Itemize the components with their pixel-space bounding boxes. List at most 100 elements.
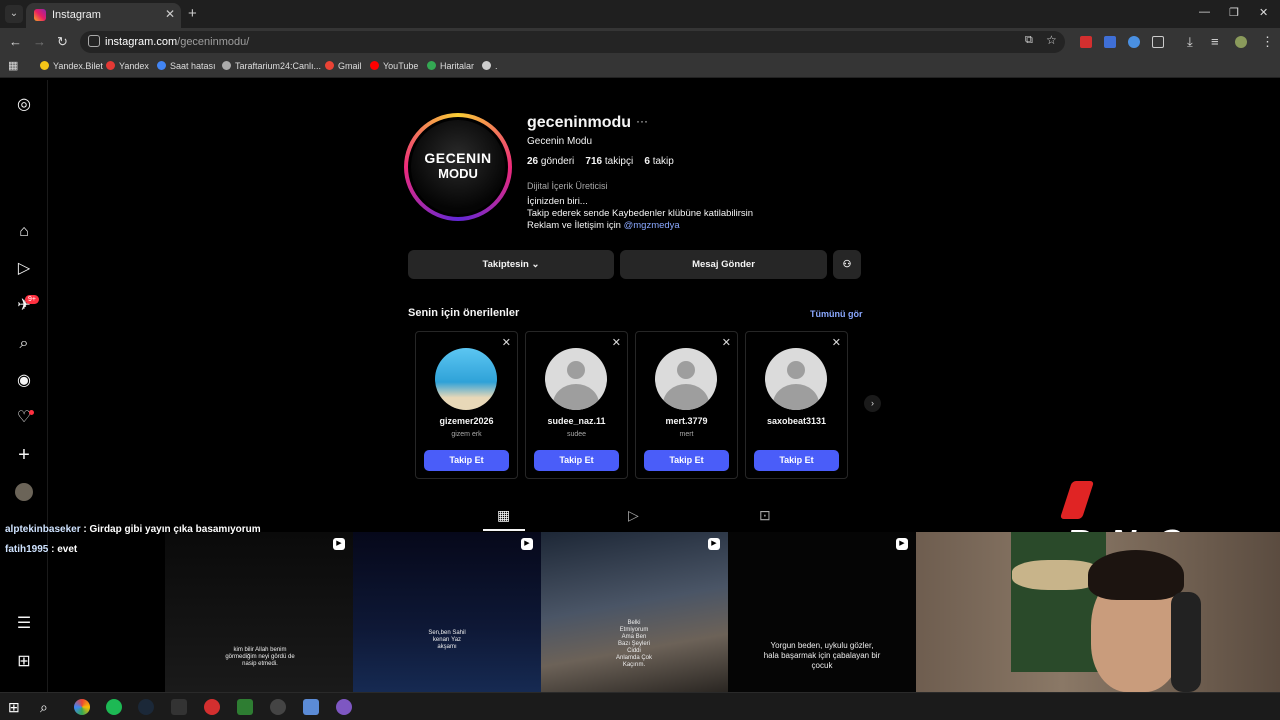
streamer-hair xyxy=(1088,550,1184,600)
bookmark-star-icon[interactable]: ☆ xyxy=(1046,33,1057,47)
suggestion-username[interactable]: mert.3779 xyxy=(636,416,737,426)
bio-mention-link[interactable]: @mgzmedya xyxy=(624,220,680,231)
followers-stat[interactable]: 716 takipçi xyxy=(585,156,633,167)
post-caption-text: kim bilir Allah benim görmediğim neyi gö… xyxy=(225,647,295,667)
message-button[interactable]: Mesaj Gönder xyxy=(620,250,827,279)
following-stat[interactable]: 6 takip xyxy=(644,156,673,167)
app-icon[interactable] xyxy=(303,699,319,715)
search-icon[interactable]: ⌕ xyxy=(40,699,56,715)
post-thumbnail[interactable]: ▶ Belki Etmiyorum Ama Ben Bazı Şeyleri C… xyxy=(541,532,728,692)
dismiss-icon[interactable]: ✕ xyxy=(502,336,511,349)
epic-games-icon[interactable] xyxy=(171,699,187,715)
browser-nav-bar: ← → ↻ instagram.com/geceninmodu/ ⧉ ☆ ⤓ ≡… xyxy=(0,28,1280,56)
posts-stat: 26 gönderi xyxy=(527,156,575,167)
reels-tab-icon[interactable]: ▷ xyxy=(628,507,639,524)
tab-search-button[interactable]: ⌄ xyxy=(5,5,23,23)
profile-username: geceninmodu xyxy=(527,114,632,131)
follow-button[interactable]: Takip Et xyxy=(644,450,729,471)
follow-button[interactable]: Takip Et xyxy=(424,450,509,471)
profile-avatar-icon[interactable] xyxy=(1235,36,1247,48)
tagged-tab-icon[interactable]: ⊡ xyxy=(759,507,771,524)
discord-icon[interactable] xyxy=(336,699,352,715)
forward-button[interactable]: → xyxy=(33,34,46,49)
profile-avatar-large[interactable]: GECENIN MODU xyxy=(404,113,512,221)
also-from-meta-icon[interactable]: ⊞ xyxy=(15,653,33,671)
bookmark-gmail[interactable]: Gmail xyxy=(325,61,362,71)
extensions-puzzle-icon[interactable] xyxy=(1152,36,1164,48)
suggestion-avatar[interactable] xyxy=(435,348,497,410)
bookmark-youtube[interactable]: YouTube xyxy=(370,61,418,71)
translate-extension-icon[interactable] xyxy=(1104,36,1116,48)
close-window-button[interactable]: ✕ xyxy=(1259,6,1268,19)
reload-button[interactable]: ↻ xyxy=(57,34,68,50)
suggestion-card[interactable]: ✕ gizemer2026 gizem erk Takip Et xyxy=(415,331,518,479)
dismiss-icon[interactable]: ✕ xyxy=(832,336,841,349)
bookmark-yandex[interactable]: Yandex xyxy=(106,61,149,71)
browser-menu-icon[interactable]: ⋮ xyxy=(1261,34,1274,50)
suggestion-username[interactable]: sudee_naz.11 xyxy=(526,416,627,426)
app-icon[interactable] xyxy=(204,699,220,715)
download-icon[interactable]: ⤓ xyxy=(1187,34,1193,50)
options-icon[interactable]: ··· xyxy=(636,114,648,128)
explore-icon[interactable]: ◉ xyxy=(15,372,33,390)
default-avatar-icon[interactable] xyxy=(655,348,717,410)
more-menu-icon[interactable]: ☰ xyxy=(15,615,33,633)
instagram-logo-icon[interactable]: ◎ xyxy=(15,96,33,114)
suggestion-name: sudee xyxy=(566,431,587,438)
bio-line: İçinizden biri... xyxy=(527,196,588,207)
create-icon[interactable]: + xyxy=(15,445,33,465)
default-avatar-icon[interactable] xyxy=(765,348,827,410)
bookmark-haritalar[interactable]: Haritalar xyxy=(427,61,474,71)
dismiss-icon[interactable]: ✕ xyxy=(612,336,621,349)
activity-dot xyxy=(29,410,34,415)
address-bar[interactable]: instagram.com/geceninmodu/ ⧉ ☆ xyxy=(80,31,1065,53)
follow-button[interactable]: Takip Et xyxy=(534,450,619,471)
bookmark-yandex-bilet[interactable]: Yandex.Bilet xyxy=(40,61,103,71)
new-tab-button[interactable]: + xyxy=(188,5,197,22)
install-app-icon[interactable]: ⧉ xyxy=(1025,34,1033,47)
app-icon[interactable] xyxy=(270,699,286,715)
audio-extension-icon[interactable] xyxy=(1128,36,1140,48)
follow-button[interactable]: Takip Et xyxy=(754,450,839,471)
url-text: instagram.com/geceninmodu/ xyxy=(105,36,250,48)
restore-button[interactable]: ❐ xyxy=(1229,6,1239,19)
bookmark-saat-hatasi[interactable]: Saat hatası xyxy=(157,61,216,71)
reading-list-icon[interactable]: ≡ xyxy=(1211,34,1219,49)
reels-icon[interactable]: ▷ xyxy=(15,260,33,278)
site-info-icon[interactable] xyxy=(88,35,100,47)
tab-close-icon[interactable]: ✕ xyxy=(165,7,175,21)
home-icon[interactable]: ⌂ xyxy=(15,223,33,241)
windows-start-icon[interactable]: ⊞ xyxy=(8,699,24,715)
post-thumbnail[interactable]: ▶ Yorgun beden, uykulu gözler, hala başa… xyxy=(728,532,916,692)
suggestion-card[interactable]: ✕ sudee_naz.11 sudee Takip Et xyxy=(525,331,628,479)
suggestion-username[interactable]: saxobeat3131 xyxy=(746,416,847,426)
steam-icon[interactable] xyxy=(138,699,154,715)
profile-avatar[interactable] xyxy=(15,483,33,501)
instagram-favicon-icon xyxy=(34,9,46,21)
bookmarks-bar: ▦ Yandex.Bilet Yandex Saat hatası Taraft… xyxy=(0,56,1280,78)
suggestion-username[interactable]: gizemer2026 xyxy=(416,416,517,426)
extension-icon[interactable] xyxy=(1080,36,1092,48)
bookmark-other[interactable]: . xyxy=(482,61,498,71)
apps-grid-icon[interactable]: ▦ xyxy=(8,59,18,72)
dismiss-icon[interactable]: ✕ xyxy=(722,336,731,349)
following-button[interactable]: Takiptesin ⌄ xyxy=(408,250,614,279)
minimize-button[interactable]: — xyxy=(1199,6,1210,18)
chevron-right-icon[interactable]: › xyxy=(864,395,881,412)
search-icon[interactable]: ⌕ xyxy=(15,335,33,353)
chrome-icon[interactable] xyxy=(74,699,90,715)
spotify-icon[interactable] xyxy=(106,699,122,715)
back-button[interactable]: ← xyxy=(9,34,22,49)
suggestion-card[interactable]: ✕ saxobeat3131 Takip Et xyxy=(745,331,848,479)
see-all-link[interactable]: Tümünü gör xyxy=(810,309,863,319)
app-icon[interactable] xyxy=(237,699,253,715)
browser-tab-instagram[interactable]: Instagram ✕ xyxy=(26,3,181,28)
bookmark-taraftarium[interactable]: Taraftarium24:Canlı... xyxy=(222,61,321,71)
post-thumbnail[interactable]: ▶ Sen,ben Sahil kenarı Yaz akşamı xyxy=(353,532,541,692)
add-person-icon[interactable]: ⚇ xyxy=(833,250,861,279)
post-thumbnail[interactable]: ▶ kim bilir Allah benim görmediğim neyi … xyxy=(165,532,353,692)
grid-tab-icon[interactable]: ▦ xyxy=(497,507,510,524)
default-avatar-icon[interactable] xyxy=(545,348,607,410)
suggestion-card[interactable]: ✕ mert.3779 mert Takip Et xyxy=(635,331,738,479)
suggestion-name: mert xyxy=(679,431,694,438)
